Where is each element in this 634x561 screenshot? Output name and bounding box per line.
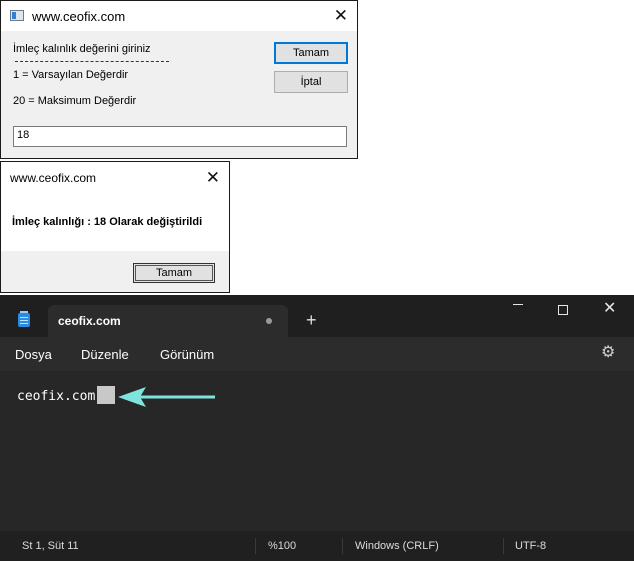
close-icon[interactable]: ✕ — [334, 7, 348, 24]
zoom-level[interactable]: %100 — [268, 540, 296, 552]
text-editor[interactable]: ceofix.com — [0, 371, 634, 531]
message-box: www.ceofix.com ✕ İmleç kalınlığı : 18 Ol… — [0, 161, 230, 293]
status-separator — [342, 538, 343, 554]
prompt-line-3: 20 = Maksimum Değerdir — [13, 95, 137, 107]
notepad-window: ceofix.com + ✕ Dosya Düzenle Görünüm ⚙ c… — [0, 295, 634, 561]
status-separator — [503, 538, 504, 554]
status-separator — [255, 538, 256, 554]
text-cursor — [97, 386, 115, 404]
minimize-icon[interactable] — [513, 304, 523, 305]
tab-strip: ceofix.com + ✕ — [0, 295, 634, 337]
value-input[interactable]: 18 — [13, 126, 347, 147]
message-ok-button[interactable]: Tamam — [133, 263, 215, 283]
new-tab-icon[interactable]: + — [306, 311, 317, 329]
message-box-title: www.ceofix.com — [10, 171, 97, 185]
close-icon[interactable]: ✕ — [603, 301, 616, 317]
tab-title: ceofix.com — [58, 314, 121, 328]
menu-file[interactable]: Dosya — [15, 347, 52, 362]
arrow-left-icon — [118, 387, 215, 407]
input-dialog-titlebar: www.ceofix.com ✕ — [1, 1, 357, 31]
input-dialog: www.ceofix.com ✕ İmleç kalınlık değerini… — [0, 0, 358, 159]
editor-content: ceofix.com — [17, 389, 96, 404]
tab-document[interactable]: ceofix.com — [48, 305, 288, 337]
notepad-icon — [18, 311, 30, 327]
menu-view[interactable]: Görünüm — [160, 347, 214, 362]
settings-gear-icon[interactable]: ⚙ — [601, 345, 615, 361]
menu-edit[interactable]: Düzenle — [81, 347, 129, 362]
message-text: İmleç kalınlığı : 18 Olarak değiştirildi — [12, 216, 203, 228]
message-area: www.ceofix.com ✕ İmleç kalınlığı : 18 Ol… — [1, 162, 229, 251]
ok-button[interactable]: Tamam — [274, 42, 348, 64]
app-icon — [10, 10, 24, 21]
maximize-icon[interactable] — [558, 305, 568, 315]
unsaved-dot-icon — [266, 318, 272, 324]
divider — [15, 61, 169, 62]
cursor-position: St 1, Süt 11 — [22, 540, 79, 552]
line-ending[interactable]: Windows (CRLF) — [355, 540, 439, 552]
close-icon[interactable]: ✕ — [206, 169, 220, 186]
prompt-line-1: İmleç kalınlık değerini giriniz — [13, 43, 151, 55]
prompt-line-2: 1 = Varsayılan Değerdir — [13, 69, 129, 81]
input-dialog-title: www.ceofix.com — [32, 9, 126, 24]
encoding[interactable]: UTF-8 — [515, 540, 546, 552]
cancel-button[interactable]: İptal — [274, 71, 348, 93]
menu-bar: Dosya Düzenle Görünüm ⚙ — [0, 337, 634, 371]
status-bar: St 1, Süt 11 %100 Windows (CRLF) UTF-8 — [0, 531, 634, 561]
